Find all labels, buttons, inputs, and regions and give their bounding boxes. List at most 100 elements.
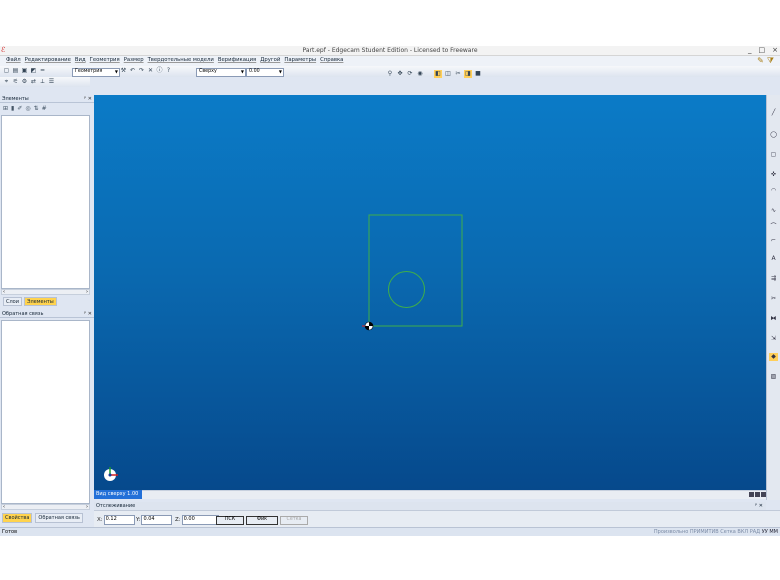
menu-edit[interactable]: Редактирование	[25, 57, 71, 63]
help-icon[interactable]: ?	[165, 67, 172, 75]
wireframe-icon[interactable]: ◫	[444, 70, 452, 78]
mirror-tool-icon[interactable]: ⧓	[769, 315, 778, 323]
filter-icon[interactable]: ⧩	[767, 56, 774, 66]
menu-help[interactable]: Справка	[320, 57, 343, 63]
tab-elements[interactable]: Элементы	[24, 297, 57, 306]
feature-icon[interactable]: ⚙	[21, 78, 28, 86]
menu-file[interactable]: Файл	[6, 57, 21, 63]
scroll-left-icon[interactable]: ‹	[3, 504, 5, 510]
arc-tool-icon[interactable]: ◠	[769, 187, 778, 195]
zoom-icon[interactable]: ⚲	[386, 70, 394, 78]
hatch-tool-icon[interactable]: ▨	[769, 373, 778, 381]
offset-tool-icon[interactable]: ⇶	[769, 275, 778, 283]
grid-button[interactable]: Сетка	[280, 516, 308, 525]
graphics-viewport[interactable]	[94, 95, 766, 490]
delete-icon[interactable]: ✕	[147, 67, 154, 75]
window-title: Part.epf - Edgecam Student Edition - Lic…	[302, 47, 478, 54]
ucs-button[interactable]: ПСК	[216, 516, 244, 525]
info-icon[interactable]: ⓘ	[156, 67, 163, 75]
elements-scrollbar[interactable]: ‹ ›	[1, 289, 90, 295]
redo-icon[interactable]: ↷	[138, 67, 145, 75]
secondary-toolbar: ⌖ ⚟ ⚙ ⇄ ⟂ ☰	[0, 77, 90, 87]
number-icon[interactable]: #	[42, 105, 47, 113]
viewport-canvas[interactable]	[94, 95, 766, 490]
line-tool-icon[interactable]: ╱	[769, 109, 778, 117]
pan-icon[interactable]: ✥	[396, 70, 404, 78]
eye-icon[interactable]: ◎	[25, 105, 30, 113]
properties-icon[interactable]: ☰	[48, 78, 55, 86]
title-bar: ℰ Part.epf - Edgecam Student Edition - L…	[0, 46, 780, 56]
pencil-icon[interactable]: ✎	[757, 56, 764, 66]
value-combo[interactable]: 0.00 ▼	[246, 68, 284, 77]
y-value-field[interactable]: 0.04	[141, 514, 173, 525]
extend-tool-icon[interactable]: ⇲	[769, 335, 778, 343]
scroll-right-icon[interactable]: ›	[86, 504, 88, 510]
layer-color-icon[interactable]: ◩	[30, 67, 37, 75]
minimize-button[interactable]: _	[748, 46, 752, 56]
spline-tool-icon[interactable]: ∿	[769, 207, 778, 215]
point-tool-icon[interactable]: ✜	[769, 171, 778, 179]
shaded-view-icon[interactable]: ◧	[434, 70, 442, 78]
tree-icon[interactable]: ⊞	[3, 105, 8, 113]
section-icon[interactable]: ✂	[454, 70, 462, 78]
measure-icon[interactable]: ⟂	[39, 78, 46, 86]
line-style-icon[interactable]: ━	[39, 67, 46, 75]
tab-properties[interactable]: Свойства	[2, 513, 33, 523]
rotate-icon[interactable]: ⟳	[406, 70, 414, 78]
pin-close-icon[interactable]: ᵖ ✕	[84, 310, 92, 318]
maximize-button[interactable]: □	[759, 46, 766, 56]
circle-geometry[interactable]	[388, 271, 425, 308]
fix-button[interactable]: Фик	[246, 516, 278, 525]
rectangle-tool-icon[interactable]: ▢	[769, 151, 778, 159]
active-tool-icon[interactable]: ◆	[769, 353, 778, 361]
new-file-icon[interactable]: ▢	[3, 67, 10, 75]
open-folder-icon[interactable]: ▤	[12, 67, 19, 75]
menu-geometry[interactable]: Геометрия	[90, 57, 120, 63]
chevron-down-icon: ▼	[278, 69, 282, 74]
tile-icon[interactable]	[749, 492, 754, 497]
text-tool-icon[interactable]: A	[769, 255, 778, 263]
tab-feedback[interactable]: Обратная связь	[35, 513, 83, 523]
z-value-field[interactable]: 0.00	[181, 514, 219, 525]
window-controls: _ □ ×	[748, 46, 778, 56]
close-button[interactable]: ×	[772, 46, 778, 56]
rectangle-geometry[interactable]	[368, 214, 463, 327]
menu-solid-models[interactable]: Твердотельные модели	[148, 57, 214, 63]
stop-icon[interactable]: ■	[474, 70, 482, 78]
circle-tool-icon[interactable]: ◯	[769, 131, 778, 139]
menu-options[interactable]: Параметры	[284, 57, 316, 63]
chamfer-tool-icon[interactable]: ⌐	[769, 237, 778, 245]
pin-close-icon[interactable]: ᵖ ✕	[84, 95, 92, 103]
menu-verification[interactable]: Верификация	[218, 57, 256, 63]
layer-icon[interactable]: ▮	[11, 105, 14, 113]
x-value-field[interactable]: 0.12	[103, 514, 135, 525]
feedback-area[interactable]	[1, 320, 90, 504]
redraw-icon[interactable]: ◉	[416, 70, 424, 78]
select-icon[interactable]: ⌖	[3, 78, 10, 86]
tile-icon[interactable]	[755, 492, 760, 497]
menu-view[interactable]: Вид	[75, 57, 86, 63]
filter-select-icon[interactable]: ⚟	[12, 78, 19, 86]
elements-panel-tools: ⊞ ▮ ✐ ◎ ⇅ #	[0, 104, 94, 114]
display-mode-icon[interactable]: ◨	[464, 70, 472, 78]
feedback-scrollbar[interactable]: ‹ ›	[1, 504, 90, 510]
save-icon[interactable]: ▣	[21, 67, 28, 75]
menu-other[interactable]: Другой	[260, 57, 280, 63]
pin-close-icon[interactable]: ᵖ ✕	[755, 502, 763, 510]
transform-icon[interactable]: ⇄	[30, 78, 37, 86]
hammer-icon[interactable]: ⚒	[120, 67, 127, 75]
geometry-combo[interactable]: Геометрия ▼	[72, 68, 120, 77]
undo-icon[interactable]: ↶	[129, 67, 136, 75]
elements-list[interactable]	[1, 115, 90, 289]
menu-dimension[interactable]: Размер	[124, 57, 144, 63]
viewport-mini-buttons	[749, 492, 766, 497]
tab-layers[interactable]: Слои	[3, 297, 22, 306]
trim-tool-icon[interactable]: ✂	[769, 295, 778, 303]
view-toolbar: ⚲ ✥ ⟳ ◉ ◧ ◫ ✂ ◨ ■	[386, 70, 482, 78]
fillet-tool-icon[interactable]: ⌒	[769, 223, 778, 231]
view-combo[interactable]: Сверху ▼	[196, 68, 246, 77]
scroll-left-icon[interactable]: ‹	[3, 289, 5, 295]
brush-icon[interactable]: ✐	[17, 105, 22, 113]
sort-icon[interactable]: ⇅	[34, 105, 39, 113]
scroll-right-icon[interactable]: ›	[86, 289, 88, 295]
